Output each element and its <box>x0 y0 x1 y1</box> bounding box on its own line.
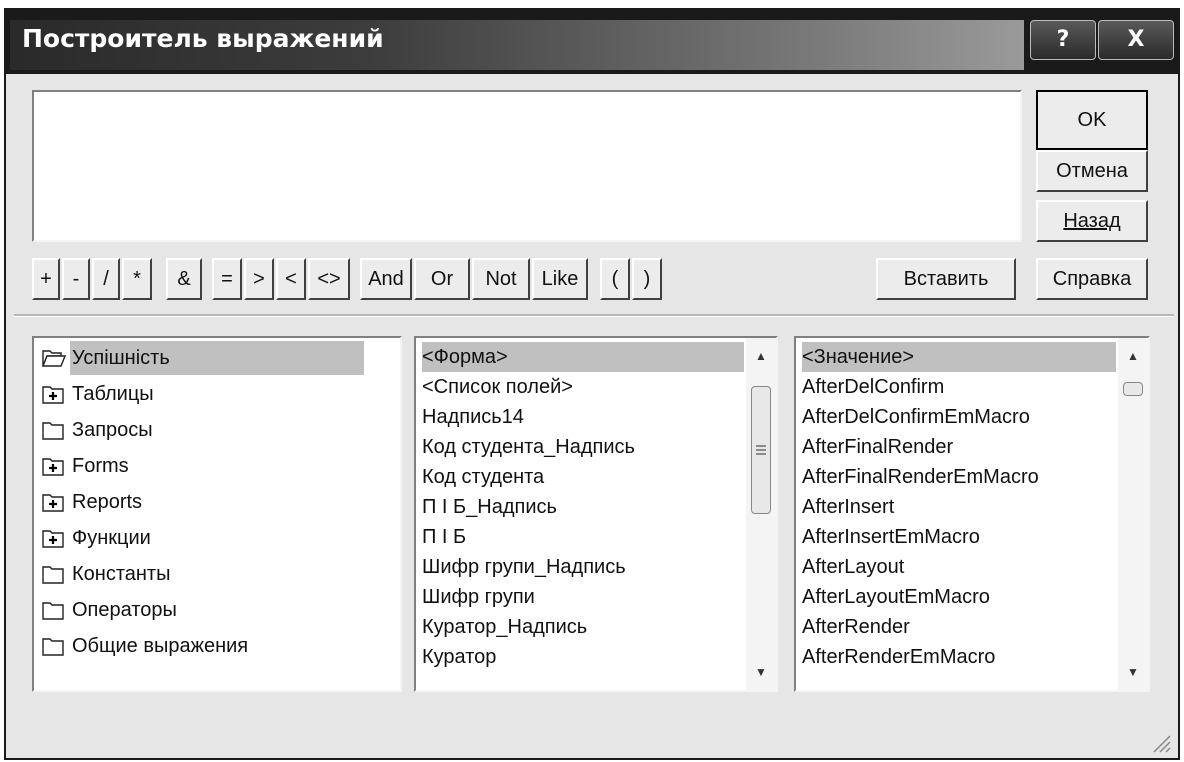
list-item[interactable]: Код студента <box>422 462 544 492</box>
list-item[interactable]: Куратор <box>422 642 496 672</box>
expression-textbox[interactable] <box>32 90 1022 242</box>
tree-item-label: Общие выражения <box>72 634 249 657</box>
folder-icon <box>42 602 64 620</box>
folder-open-icon <box>42 350 66 367</box>
list-item[interactable]: AfterInsertEmMacro <box>802 522 980 552</box>
list-item[interactable]: AfterInsert <box>802 492 894 522</box>
tree-item-label: Константы <box>72 562 171 585</box>
list-item[interactable]: <Значение> <box>802 342 1116 372</box>
list-item[interactable]: AfterFinalRender <box>802 432 953 462</box>
folder-icon <box>42 422 64 440</box>
list-item[interactable]: Код студента_Надпись <box>422 432 635 462</box>
close-paren-button[interactable]: ) <box>632 258 662 300</box>
scroll-down-arrow-icon[interactable]: ▼ <box>746 658 776 686</box>
vertical-scrollbar[interactable]: ▲ ▼ <box>746 338 776 690</box>
help-button-label: Справка <box>1052 268 1132 290</box>
list-item[interactable]: AfterLayout <box>802 552 904 582</box>
tree-item-common-expressions[interactable]: Общие выражения <box>42 628 250 662</box>
operator-and-button[interactable]: And <box>360 258 412 300</box>
list-item[interactable]: AfterRender <box>802 612 910 642</box>
tree-item-label: Запросы <box>72 418 153 441</box>
operator-not-button[interactable]: Not <box>472 258 530 300</box>
tree-item-constants[interactable]: Константы <box>42 556 172 590</box>
plus-folder-icon <box>42 530 64 548</box>
tree-item-label: Таблицы <box>72 382 154 405</box>
plus-folder-icon <box>42 494 64 512</box>
tree-item-label: Reports <box>72 490 143 513</box>
tree-item-label: Успішність <box>70 340 364 375</box>
list-item[interactable]: Шифр групи <box>422 582 535 612</box>
operator-ampersand-button[interactable]: & <box>166 258 202 300</box>
tree-item-tables[interactable]: Таблицы <box>42 376 156 410</box>
operator-greater-button[interactable]: > <box>244 258 274 300</box>
tree-item-operators[interactable]: Операторы <box>42 592 179 626</box>
tree-item-functions[interactable]: Функции <box>42 520 153 554</box>
list-item[interactable]: Шифр групи_Надпись <box>422 552 626 582</box>
list-item[interactable]: <Список полей> <box>422 372 573 402</box>
scroll-up-arrow-icon[interactable]: ▲ <box>746 342 776 370</box>
tree-item-queries[interactable]: Запросы <box>42 412 155 446</box>
scroll-up-arrow-icon[interactable]: ▲ <box>1118 342 1148 370</box>
tree-item-label: Функции <box>72 526 151 549</box>
expression-builder-dialog: Построитель выражений ? X OK Отмена Наза… <box>4 8 1180 760</box>
scroll-down-arrow-icon[interactable]: ▼ <box>1118 658 1148 686</box>
operator-multiply-button[interactable]: * <box>122 258 152 300</box>
scroll-thumb[interactable] <box>751 386 771 514</box>
tree-item-forms[interactable]: Forms <box>42 448 131 482</box>
title-bar[interactable]: Построитель выражений ? X <box>6 10 1178 74</box>
window-title: Построитель выражений <box>22 24 384 53</box>
back-button-label: Назад <box>1063 210 1121 232</box>
paste-button[interactable]: Вставить <box>876 258 1016 300</box>
vertical-scrollbar[interactable]: ▲ ▼ <box>1118 338 1148 690</box>
operator-less-button[interactable]: < <box>276 258 306 300</box>
operator-equals-button[interactable]: = <box>212 258 242 300</box>
operator-like-button[interactable]: Like <box>532 258 588 300</box>
cancel-button[interactable]: Отмена <box>1036 150 1148 192</box>
plus-folder-icon <box>42 458 64 476</box>
separator <box>14 314 1174 317</box>
close-button[interactable]: X <box>1098 20 1174 60</box>
list-item[interactable]: AfterLayoutEmMacro <box>802 582 990 612</box>
list-item[interactable]: Куратор_Надпись <box>422 612 587 642</box>
ok-button[interactable]: OK <box>1036 90 1148 150</box>
operator-not-equal-button[interactable]: <> <box>308 258 350 300</box>
list-item[interactable]: П І Б_Надпись <box>422 492 557 522</box>
grip-lines-icon <box>756 445 766 455</box>
plus-folder-icon <box>42 386 64 404</box>
object-tree[interactable]: Успішність Таблицы Запросы Forms Reports… <box>32 336 402 692</box>
list-item[interactable]: Надпись14 <box>422 402 524 432</box>
list-item[interactable]: <Форма> <box>422 342 744 372</box>
operator-minus-button[interactable]: - <box>62 258 90 300</box>
help-button[interactable]: Справка <box>1036 258 1148 300</box>
properties-list[interactable]: <Значение> AfterDelConfirm AfterDelConfi… <box>794 336 1150 692</box>
list-item[interactable]: AfterRenderEmMacro <box>802 642 995 672</box>
list-item[interactable]: AfterFinalRenderEmMacro <box>802 462 1039 492</box>
help-title-button[interactable]: ? <box>1030 20 1096 60</box>
open-paren-button[interactable]: ( <box>600 258 630 300</box>
resize-grip-icon[interactable] <box>1148 730 1172 754</box>
tree-item-label: Операторы <box>72 598 177 621</box>
folder-icon <box>42 566 64 584</box>
operator-or-button[interactable]: Or <box>414 258 470 300</box>
list-item[interactable]: П І Б <box>422 522 466 552</box>
tree-item-label: Forms <box>72 454 129 477</box>
operator-divide-button[interactable]: / <box>92 258 120 300</box>
tree-item-database[interactable]: Успішність <box>42 340 364 375</box>
tree-item-reports[interactable]: Reports <box>42 484 144 518</box>
back-button[interactable]: Назад <box>1036 200 1148 242</box>
folder-icon <box>42 638 64 656</box>
list-item[interactable]: AfterDelConfirm <box>802 372 944 402</box>
operator-plus-button[interactable]: + <box>32 258 60 300</box>
form-objects-list[interactable]: <Форма> <Список полей> Надпись14 Код сту… <box>414 336 778 692</box>
scroll-thumb[interactable] <box>1123 382 1143 396</box>
list-item[interactable]: AfterDelConfirmEmMacro <box>802 402 1030 432</box>
